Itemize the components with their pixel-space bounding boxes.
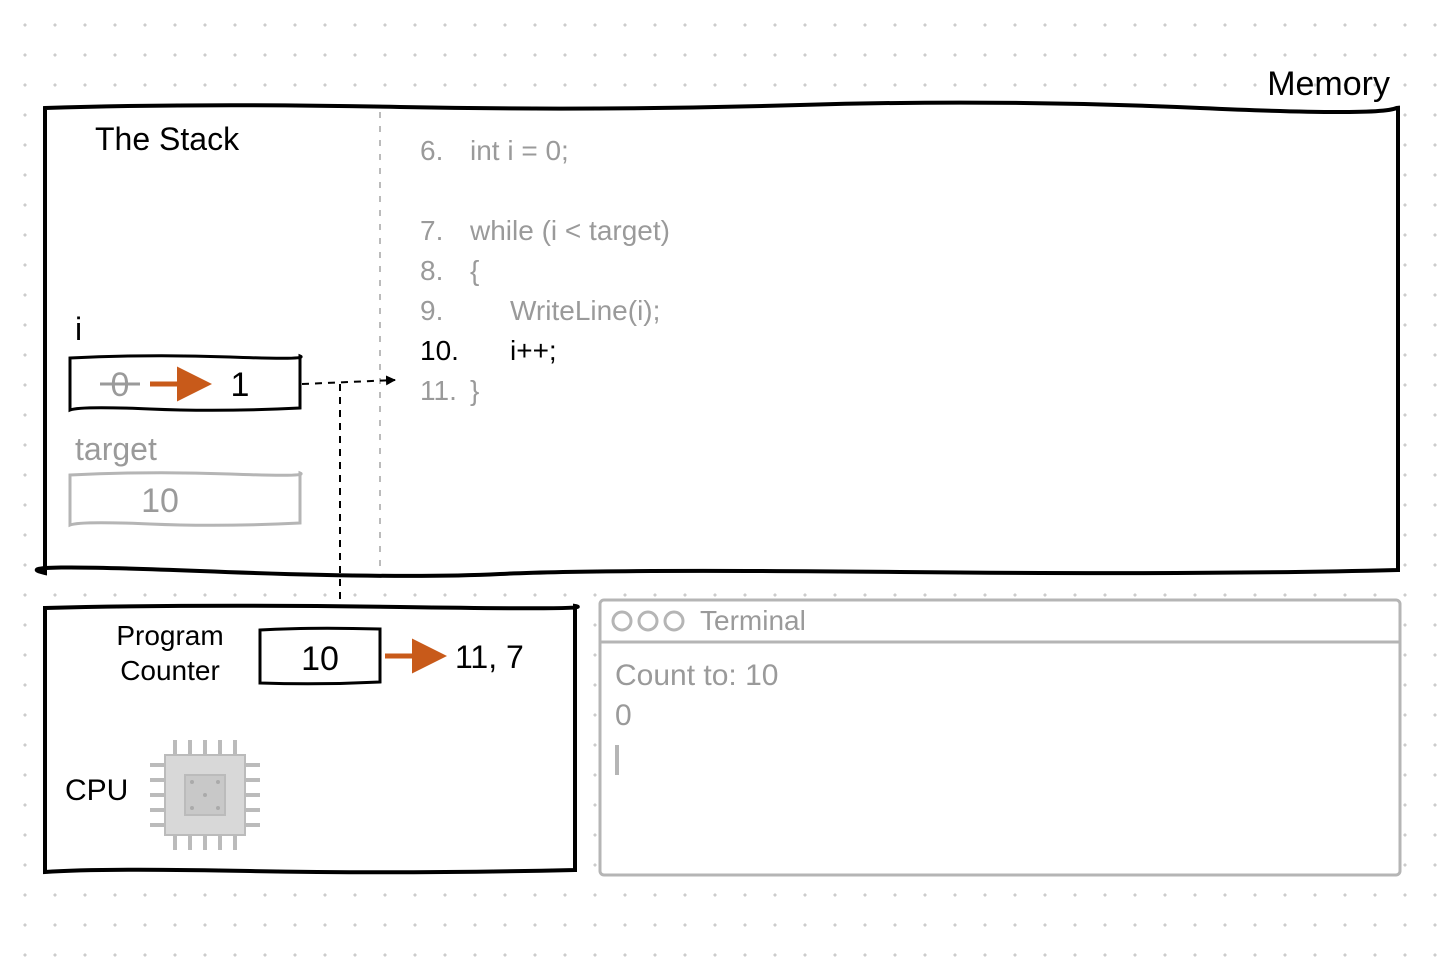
code-lineno: 10. [420, 335, 459, 366]
terminal-title: Terminal [700, 605, 806, 636]
terminal-line-0: Count to: 10 [615, 659, 778, 692]
code-line: } [470, 375, 479, 406]
stack-label: The Stack [95, 121, 240, 157]
code-line: while (i < target) [469, 215, 670, 246]
cpu-chip-icon [150, 740, 260, 850]
var-i-name: i [75, 311, 82, 347]
memory-box [37, 103, 1398, 576]
memory-label: Memory [1267, 65, 1390, 103]
var-target-name: target [75, 431, 157, 467]
pc-next: 11, 7 [455, 639, 524, 675]
code-lineno: 7. [420, 215, 443, 246]
code-lineno: 9. [420, 295, 443, 326]
code-line: WriteLine(i); [510, 295, 660, 326]
cpu-label: CPU [65, 774, 128, 807]
pc-value: 10 [301, 640, 339, 678]
pc-label-1: Program [116, 620, 223, 651]
terminal-line-1: 0 [615, 699, 632, 732]
terminal-cursor [615, 745, 619, 775]
code-lineno: 8. [420, 255, 443, 286]
pc-label-2: Counter [120, 655, 220, 686]
code-line: { [470, 255, 479, 286]
code-line: int i = 0; [470, 135, 569, 166]
code-lineno: 6. [420, 135, 443, 166]
var-target-value: 10 [141, 482, 179, 520]
var-i-new: 1 [231, 366, 250, 404]
code-lineno: 11. [420, 375, 457, 406]
code-line: i++; [510, 335, 557, 366]
